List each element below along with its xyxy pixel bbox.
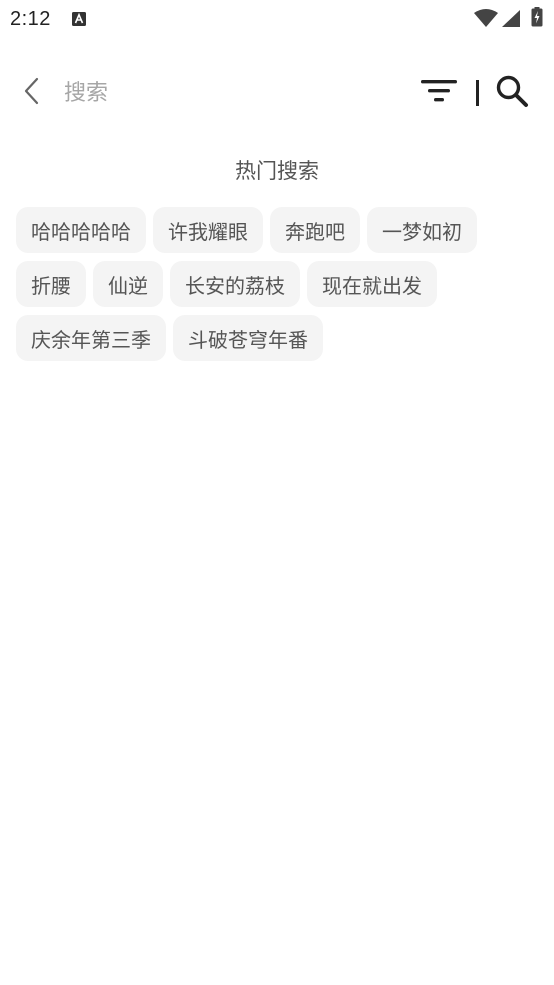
hot-search-tag[interactable]: 现在就出发 — [307, 261, 437, 307]
hot-search-tag[interactable]: 许我耀眼 — [153, 207, 263, 253]
hot-search-tags: 哈哈哈哈哈 许我耀眼 奔跑吧 一梦如初 折腰 仙逆 长安的荔枝 现在就出发 庆余… — [16, 207, 538, 361]
back-button[interactable] — [14, 74, 50, 112]
hot-search-tag[interactable]: 斗破苍穹年番 — [173, 315, 323, 361]
a-notification-icon — [72, 11, 86, 26]
hot-search-tag[interactable]: 长安的荔枝 — [170, 261, 300, 307]
search-button[interactable] — [492, 74, 532, 112]
hot-search-tag[interactable]: 哈哈哈哈哈 — [16, 207, 146, 253]
hot-search-tag[interactable]: 奔跑吧 — [270, 207, 360, 253]
hot-search-tag[interactable]: 一梦如初 — [367, 207, 477, 253]
wifi-icon — [474, 9, 498, 31]
search-screen: 2:12 搜索 热门搜索 哈哈哈哈哈 许我耀眼 奔跑吧 一梦如初 折腰 仙逆 长… — [0, 0, 554, 985]
hot-search-tag[interactable]: 庆余年第三季 — [16, 315, 166, 361]
search-icon — [495, 74, 529, 112]
header-divider — [476, 80, 479, 106]
status-bar: 2:12 — [0, 0, 554, 40]
hot-search-title: 热门搜索 — [235, 159, 319, 183]
filter-button[interactable] — [418, 76, 460, 110]
battery-charging-icon — [531, 7, 543, 31]
signal-icon — [502, 10, 520, 31]
hot-search-tag[interactable]: 仙逆 — [93, 261, 163, 307]
status-time: 2:12 — [10, 8, 51, 30]
search-input[interactable] — [64, 76, 394, 110]
search-header — [0, 70, 554, 116]
hot-search-tag[interactable]: 折腰 — [16, 261, 86, 307]
filter-icon — [419, 76, 459, 110]
chevron-left-icon — [22, 76, 42, 110]
